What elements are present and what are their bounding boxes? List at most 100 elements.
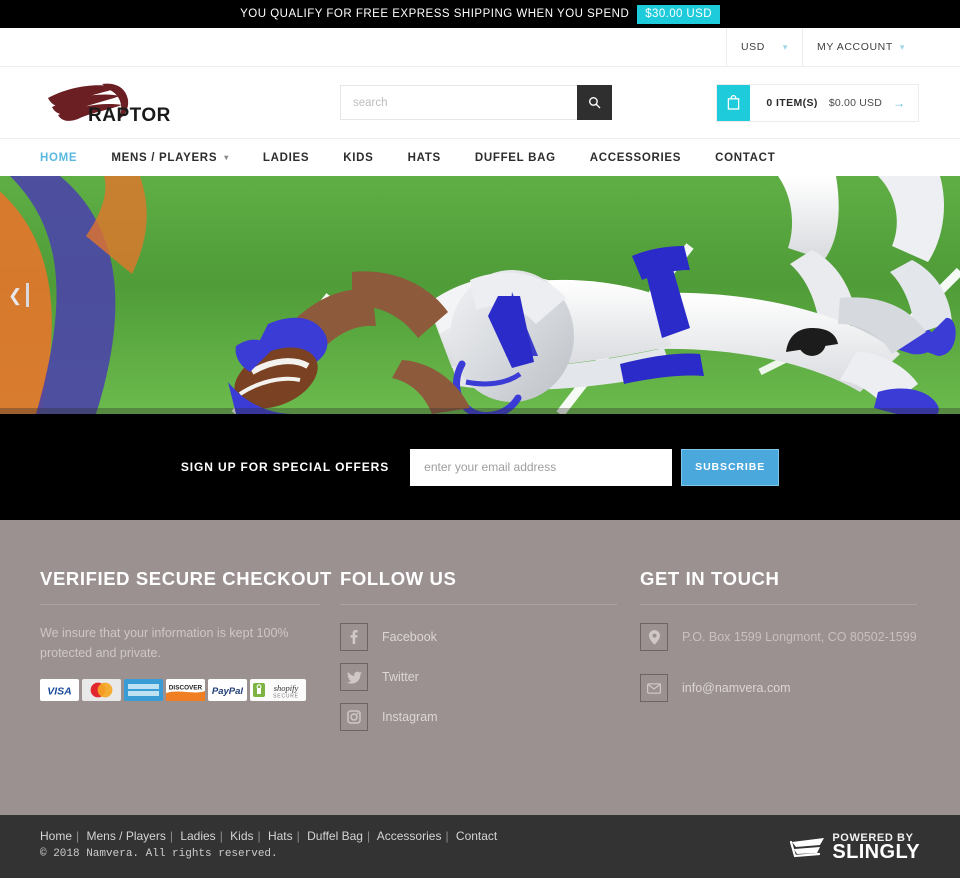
facebook-icon	[340, 623, 368, 651]
search-input[interactable]	[340, 85, 577, 120]
svg-text:VISA: VISA	[47, 686, 72, 698]
mastercard-icon	[82, 679, 121, 701]
newsletter-label: SIGN UP FOR SPECIAL OFFERS	[180, 460, 390, 474]
shopify-secure-icon: shopify SECURE	[250, 679, 306, 701]
primary-navigation: HOME MENS / PLAYERS ▾ LADIES KIDS HATS D…	[0, 139, 960, 176]
my-account-label: MY ACCOUNT	[817, 41, 893, 53]
footer-link-duffel-bag[interactable]: Duffel Bag	[307, 829, 363, 843]
nav-label: HOME	[40, 151, 78, 164]
my-account-menu[interactable]: MY ACCOUNT ▾	[802, 28, 927, 66]
visa-icon: VISA	[40, 679, 79, 701]
american-express-icon	[124, 679, 163, 701]
instagram-icon	[340, 703, 368, 731]
cart-icon-box	[717, 84, 751, 121]
nav-label: MENS / PLAYERS	[111, 151, 218, 164]
email-text: info@namvera.com	[682, 681, 791, 695]
currency-selector[interactable]: USD ▾	[725, 28, 802, 66]
currency-label: USD	[740, 41, 765, 53]
cart-item-count: 0 ITEM(S)	[766, 96, 818, 109]
nav-item-kids[interactable]: KIDS	[326, 152, 390, 164]
site-logo[interactable]: RAPTORS	[0, 80, 340, 125]
nav-item-mens-players[interactable]: MENS / PLAYERS ▾	[94, 152, 246, 164]
footer-link-mens-players[interactable]: Mens / Players	[86, 829, 165, 843]
social-label: Facebook	[382, 630, 437, 644]
separator: |	[219, 829, 223, 843]
separator: |	[76, 829, 80, 843]
main-header: RAPTORS 0 ITEM(S) $0.00 USD →	[0, 67, 960, 139]
footer-link-home[interactable]: Home	[40, 829, 72, 843]
footer-link-ladies[interactable]: Ladies	[180, 829, 215, 843]
nav-item-duffel-bag[interactable]: DUFFEL BAG	[458, 152, 573, 164]
shopping-cart-icon	[790, 837, 825, 857]
utility-bar: USD ▾ MY ACCOUNT ▾	[0, 28, 960, 67]
search-button[interactable]	[577, 85, 612, 120]
footer-column-secure-checkout: VERIFIED SECURE CHECKOUT We insure that …	[40, 568, 340, 815]
nav-label: KIDS	[343, 151, 374, 164]
search-form	[340, 85, 612, 120]
cart-meta: 0 ITEM(S) $0.00 USD →	[750, 84, 918, 121]
footer-heading: GET IN TOUCH	[640, 568, 780, 589]
social-link-twitter[interactable]: Twitter	[340, 663, 640, 691]
twitter-icon	[340, 663, 368, 691]
hero-prev-button[interactable]: ❮	[8, 283, 30, 307]
separator: |	[296, 829, 300, 843]
promo-bar: YOU QUALIFY FOR FREE EXPRESS SHIPPING WH…	[0, 0, 960, 28]
site-footer: VERIFIED SECURE CHECKOUT We insure that …	[0, 520, 960, 815]
payment-icons: VISA DISCOVER PayPal shopify SECURE	[40, 679, 340, 701]
shopping-bag-icon	[728, 95, 740, 110]
social-link-facebook[interactable]: Facebook	[340, 623, 640, 651]
footer-link-hats[interactable]: Hats	[268, 829, 293, 843]
svg-text:DISCOVER: DISCOVER	[169, 685, 203, 692]
separator: |	[257, 829, 261, 843]
powered-by-slingly[interactable]: POWERED BY SLINGLY	[790, 833, 920, 862]
contact-address: P.O. Box 1599 Longmont, CO 80502-1599	[640, 623, 920, 651]
svg-text:PayPal: PayPal	[212, 686, 244, 697]
nav-label: CONTACT	[715, 151, 776, 164]
social-label: Instagram	[382, 710, 438, 724]
footer-bottom-bar: Home | Mens / Players | Ladies | Kids | Hats…	[0, 815, 960, 878]
nav-label: LADIES	[262, 151, 310, 164]
slingly-label: SLINGLY	[832, 841, 920, 863]
footer-column-follow-us: FOLLOW US Facebook Twitter Instagram	[340, 568, 640, 815]
nav-label: ACCESSORIES	[589, 151, 682, 164]
footer-link-contact[interactable]: Contact	[456, 829, 497, 843]
contact-email[interactable]: info@namvera.com	[640, 674, 920, 702]
nav-label: HATS	[407, 151, 441, 164]
footer-link-kids[interactable]: Kids	[230, 829, 253, 843]
divider	[40, 604, 320, 605]
secure-checkout-text: We insure that your information is kept …	[40, 626, 289, 660]
footer-link-accessories[interactable]: Accessories	[377, 829, 442, 843]
footer-heading: VERIFIED SECURE CHECKOUT	[40, 568, 332, 589]
separator: |	[169, 829, 173, 843]
newsletter-email-input[interactable]	[410, 448, 673, 486]
cart-widget[interactable]: 0 ITEM(S) $0.00 USD →	[716, 83, 919, 122]
paypal-icon: PayPal	[208, 679, 247, 701]
utility-spacer	[927, 28, 960, 66]
divider	[640, 604, 917, 605]
hero-image	[0, 176, 960, 414]
social-link-instagram[interactable]: Instagram	[340, 703, 640, 731]
address-text: P.O. Box 1599 Longmont, CO 80502-1599	[682, 630, 917, 644]
nav-label: DUFFEL BAG	[474, 151, 556, 164]
envelope-icon	[640, 674, 668, 702]
search-icon	[589, 97, 601, 109]
discover-icon: DISCOVER	[166, 679, 205, 701]
hero-prev-bar	[26, 283, 30, 307]
svg-text:SECURE: SECURE	[273, 694, 299, 700]
newsletter-section: SIGN UP FOR SPECIAL OFFERS SUBSCRIBE	[0, 414, 960, 520]
svg-text:RAPTORS: RAPTORS	[88, 105, 170, 125]
subscribe-button[interactable]: SUBSCRIBE	[681, 448, 780, 486]
nav-item-ladies[interactable]: LADIES	[246, 152, 326, 164]
cart-total: $0.00 USD	[828, 96, 882, 109]
raptor-claw-icon: RAPTORS	[48, 83, 170, 125]
nav-item-hats[interactable]: HATS	[391, 152, 458, 164]
copyright-text: © 2018 Namvera. All rights reserved.	[40, 848, 278, 860]
promo-text: YOU QUALIFY FOR FREE EXPRESS SHIPPING WH…	[240, 8, 630, 20]
chevron-down-icon: ▾	[782, 41, 789, 52]
map-pin-icon	[640, 623, 668, 651]
nav-item-accessories[interactable]: ACCESSORIES	[573, 152, 698, 164]
nav-item-home[interactable]: HOME	[40, 152, 94, 164]
nav-item-contact[interactable]: CONTACT	[698, 152, 792, 164]
chevron-left-icon: ❮	[8, 285, 23, 305]
footer-heading: FOLLOW US	[340, 568, 457, 589]
